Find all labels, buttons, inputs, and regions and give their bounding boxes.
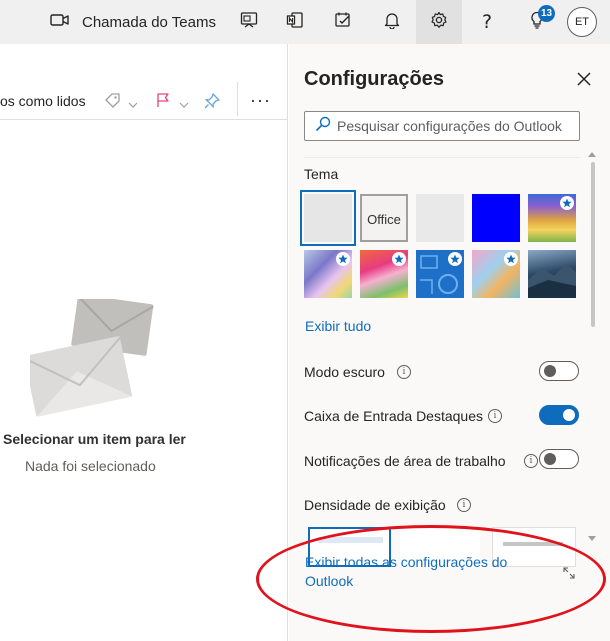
close-icon[interactable] <box>575 70 593 88</box>
search-divider <box>304 157 580 158</box>
toggle-knob <box>544 365 556 377</box>
tips-badge: 13 <box>538 5 556 22</box>
toggle-knob <box>544 453 556 465</box>
info-icon[interactable]: i <box>488 409 502 423</box>
desktop-notifications-label: Notificações de área de trabalho <box>304 453 506 469</box>
theme-sports[interactable] <box>416 250 464 298</box>
dark-mode-label: Modo escuro <box>304 364 385 380</box>
view-all-themes-link[interactable]: Exibir tudo <box>305 318 371 334</box>
premium-star-icon <box>448 252 462 266</box>
theme-section-label: Tema <box>304 166 339 182</box>
search-icon <box>315 116 331 137</box>
settings-search-input[interactable] <box>337 118 577 134</box>
whiteboard-button[interactable] <box>226 0 272 44</box>
help-icon: ? <box>481 11 493 33</box>
theme-landscape[interactable] <box>528 250 576 298</box>
theme-blue[interactable] <box>472 194 520 242</box>
onenote-button[interactable] <box>272 0 318 44</box>
premium-star-icon <box>392 252 406 266</box>
info-icon[interactable]: i <box>457 498 471 512</box>
settings-search-box[interactable] <box>304 111 580 141</box>
pin-icon[interactable] <box>203 92 221 115</box>
focused-inbox-label: Caixa de Entrada Destaques <box>304 408 483 424</box>
toggle-knob <box>563 409 575 421</box>
empty-state-title: Selecionar um item para ler <box>3 431 186 447</box>
todo-button[interactable] <box>320 0 366 44</box>
theme-rainbow[interactable] <box>528 194 576 242</box>
theme-office[interactable]: Office <box>360 194 408 242</box>
empty-state-subtitle: Nada foi selecionado <box>25 458 156 474</box>
display-density-label: Densidade de exibição <box>304 497 446 513</box>
mark-all-read-button[interactable]: os como lidos <box>0 93 86 109</box>
settings-pane: Configurações Tema Office Exibir tudo Mo… <box>289 44 610 641</box>
bell-icon <box>384 11 400 34</box>
help-button[interactable]: ? <box>464 0 510 44</box>
theme-abstract[interactable] <box>304 250 352 298</box>
scroll-down-arrow[interactable] <box>588 536 596 541</box>
view-all-settings-link[interactable]: Exibir todas as configurações do Outlook <box>305 553 525 591</box>
avatar[interactable]: ET <box>567 7 597 37</box>
theme-office-label: Office <box>367 212 401 227</box>
flag-chevron-down-icon[interactable] <box>179 96 189 114</box>
onenote-icon <box>286 11 304 34</box>
density-preview-line <box>503 542 563 546</box>
gear-icon <box>430 11 448 34</box>
settings-button[interactable] <box>416 0 462 44</box>
dark-mode-toggle[interactable] <box>539 361 579 381</box>
focused-inbox-toggle[interactable] <box>539 405 579 425</box>
tag-icon[interactable] <box>104 92 126 113</box>
teams-call-label: Chamada do Teams <box>82 13 216 31</box>
premium-star-icon <box>560 196 574 210</box>
premium-star-icon <box>336 252 350 266</box>
expand-icon[interactable] <box>563 566 575 584</box>
toolbar-bottom-border <box>0 119 288 120</box>
top-bar: Chamada do Teams ? 13 ET <box>0 0 610 44</box>
more-options-button[interactable]: ··· <box>250 90 271 111</box>
scrollbar-thumb[interactable] <box>591 162 595 327</box>
notifications-button[interactable] <box>369 0 415 44</box>
premium-star-icon <box>504 252 518 266</box>
theme-light-gray[interactable] <box>416 194 464 242</box>
whiteboard-icon <box>240 11 258 34</box>
toolbar-divider <box>237 82 238 116</box>
info-icon[interactable]: i <box>397 365 411 379</box>
video-icon <box>50 13 70 32</box>
envelopes-illustration-icon <box>23 294 155 424</box>
tag-chevron-down-icon[interactable] <box>128 96 138 114</box>
theme-colorful[interactable] <box>472 250 520 298</box>
settings-title: Configurações <box>304 68 445 90</box>
density-preview-line <box>318 537 383 543</box>
reading-pane: os como lidos ··· Selecionar um item par… <box>0 44 288 641</box>
info-icon[interactable]: i <box>524 454 538 468</box>
todo-icon <box>334 11 352 34</box>
theme-artistic[interactable] <box>360 250 408 298</box>
desktop-notifications-toggle[interactable] <box>539 449 579 469</box>
theme-default[interactable] <box>300 190 356 246</box>
tips-button[interactable]: 13 <box>514 0 560 44</box>
teams-call-button[interactable]: Chamada do Teams <box>50 0 216 44</box>
flag-icon[interactable] <box>155 92 171 113</box>
scroll-up-arrow[interactable] <box>588 152 596 157</box>
